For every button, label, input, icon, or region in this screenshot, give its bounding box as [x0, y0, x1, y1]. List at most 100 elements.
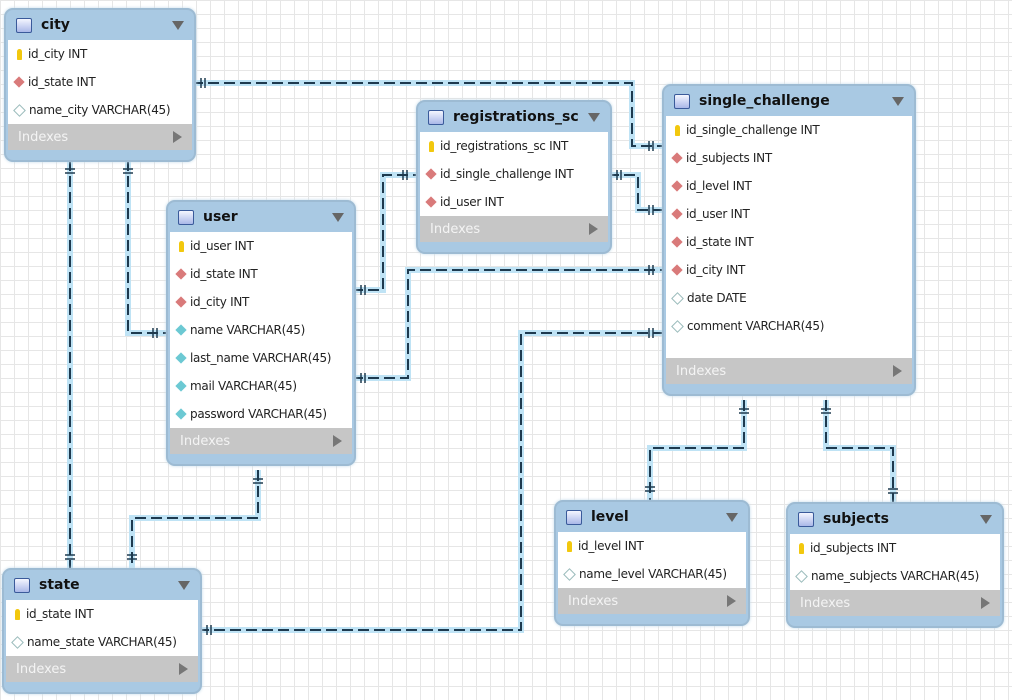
expand-arrow-icon[interactable] [179, 663, 188, 675]
relationship-state-city[interactable] [65, 160, 75, 568]
relationship-city-user[interactable] [123, 160, 166, 338]
foreign-key-icon [425, 196, 437, 208]
column-row[interactable]: comment VARCHAR(45) [666, 312, 912, 340]
column-row[interactable]: name_level VARCHAR(45) [558, 560, 746, 588]
column-row[interactable]: id_state INT [8, 68, 192, 96]
column-row[interactable]: id_level INT [558, 532, 746, 560]
table-header[interactable]: level [556, 502, 748, 532]
indexes-section[interactable]: Indexes [790, 590, 1000, 616]
table-footer [788, 616, 1002, 626]
expand-arrow-icon[interactable] [333, 435, 342, 447]
column-row[interactable]: id_city INT [8, 40, 192, 68]
table-name: user [203, 209, 238, 225]
collapse-arrow-icon[interactable] [332, 212, 344, 222]
column-label: id_subjects INT [686, 151, 772, 165]
table-footer [6, 150, 194, 160]
indexes-section[interactable]: Indexes [170, 428, 352, 454]
foreign-key-icon [671, 208, 683, 220]
collapse-arrow-icon[interactable] [178, 580, 190, 590]
relationship-state-user[interactable] [127, 470, 263, 568]
expand-arrow-icon[interactable] [981, 597, 990, 609]
column-label: id_state INT [686, 235, 754, 249]
column-row[interactable]: mail VARCHAR(45) [170, 372, 352, 400]
table-name: registrations_sc [453, 109, 579, 125]
table-city[interactable]: city id_city INT id_state INT name_city VAR… [4, 8, 196, 162]
collapse-arrow-icon[interactable] [726, 512, 738, 522]
table-icon [178, 209, 194, 225]
column-row[interactable]: name_city VARCHAR(45) [8, 96, 192, 124]
indexes-label: Indexes [568, 593, 619, 609]
not-null-column-icon [175, 324, 187, 336]
column-label: last_name VARCHAR(45) [190, 351, 332, 365]
column-row[interactable]: id_level INT [666, 172, 912, 200]
column-row[interactable]: id_state INT [6, 600, 198, 628]
table-footer [418, 242, 610, 252]
column-row[interactable]: id_subjects INT [790, 534, 1000, 562]
relationship-single_challenge-registrations_sc[interactable] [608, 170, 662, 215]
column-row[interactable]: id_city INT [666, 256, 912, 284]
indexes-section[interactable]: Indexes [666, 358, 912, 384]
table-name: single_challenge [699, 93, 830, 109]
expand-arrow-icon[interactable] [589, 223, 598, 235]
table-header[interactable]: subjects [788, 504, 1002, 534]
column-row[interactable]: last_name VARCHAR(45) [170, 344, 352, 372]
column-row[interactable]: id_state INT [170, 260, 352, 288]
table-header[interactable]: single_challenge [664, 86, 914, 116]
primary-key-icon [799, 542, 804, 554]
indexes-section[interactable]: Indexes [6, 656, 198, 682]
table-header[interactable]: registrations_sc [418, 102, 610, 132]
column-list: id_registrations_sc INT id_single_challen… [420, 132, 608, 216]
column-row[interactable]: password VARCHAR(45) [170, 400, 352, 428]
column-label: id_user INT [190, 239, 254, 253]
not-null-column-icon [175, 408, 187, 420]
primary-key-icon [675, 124, 680, 136]
indexes-section[interactable]: Indexes [8, 124, 192, 150]
table-level[interactable]: level id_level INT name_level VARCHAR(45) I… [554, 500, 750, 626]
expand-arrow-icon[interactable] [893, 365, 902, 377]
relationship-subjects-single_challenge[interactable] [821, 400, 898, 502]
column-row[interactable]: name_subjects VARCHAR(45) [790, 562, 1000, 590]
collapse-arrow-icon[interactable] [172, 20, 184, 30]
column-row[interactable]: id_subjects INT [666, 144, 912, 172]
column-row[interactable]: id_user INT [666, 200, 912, 228]
collapse-arrow-icon[interactable] [892, 96, 904, 106]
column-row[interactable]: id_user INT [420, 188, 608, 216]
foreign-key-icon [13, 76, 25, 88]
table-header[interactable]: state [4, 570, 200, 600]
expand-arrow-icon[interactable] [727, 595, 736, 607]
table-icon [14, 577, 30, 593]
foreign-key-icon [425, 168, 437, 180]
column-row[interactable]: name_state VARCHAR(45) [6, 628, 198, 656]
column-row[interactable]: date DATE [666, 284, 912, 312]
foreign-key-icon [671, 152, 683, 164]
column-label: id_city INT [28, 47, 88, 61]
column-row[interactable]: id_user INT [170, 232, 352, 260]
table-user[interactable]: user id_user INT id_state INT id_city INT na… [166, 200, 356, 466]
column-row[interactable]: id_single_challenge INT [420, 160, 608, 188]
table-name: city [41, 17, 70, 33]
relationship-user-single_challenge[interactable] [352, 265, 662, 383]
table-name: level [591, 509, 629, 525]
indexes-section[interactable]: Indexes [558, 588, 746, 614]
indexes-section[interactable]: Indexes [420, 216, 608, 242]
table-subjects[interactable]: subjects id_subjects INT name_subjects VAR… [786, 502, 1004, 628]
table-header[interactable]: city [6, 10, 194, 40]
column-row[interactable]: name VARCHAR(45) [170, 316, 352, 344]
column-label: id_city INT [686, 263, 746, 277]
collapse-arrow-icon[interactable] [980, 514, 992, 524]
table-state[interactable]: state id_state INT name_state VARCHAR(45) I… [2, 568, 202, 694]
column-row[interactable]: id_registrations_sc INT [420, 132, 608, 160]
collapse-arrow-icon[interactable] [588, 112, 600, 122]
table-registrations_sc[interactable]: registrations_sc id_registrations_sc INT i… [416, 100, 612, 254]
column-label: name_state VARCHAR(45) [27, 635, 177, 649]
table-header[interactable]: user [168, 202, 354, 232]
column-row[interactable]: id_city INT [170, 288, 352, 316]
column-list: id_single_challenge INT id_subjects INT id… [666, 116, 912, 358]
table-name: state [39, 577, 80, 593]
expand-arrow-icon[interactable] [173, 131, 182, 143]
table-single_challenge[interactable]: single_challenge id_single_challenge INT i… [662, 84, 916, 396]
relationship-level-single_challenge[interactable] [645, 400, 749, 500]
column-list: id_city INT id_state INT name_city VARCHAR… [8, 40, 192, 124]
column-row[interactable]: id_state INT [666, 228, 912, 256]
column-row[interactable]: id_single_challenge INT [666, 116, 912, 144]
